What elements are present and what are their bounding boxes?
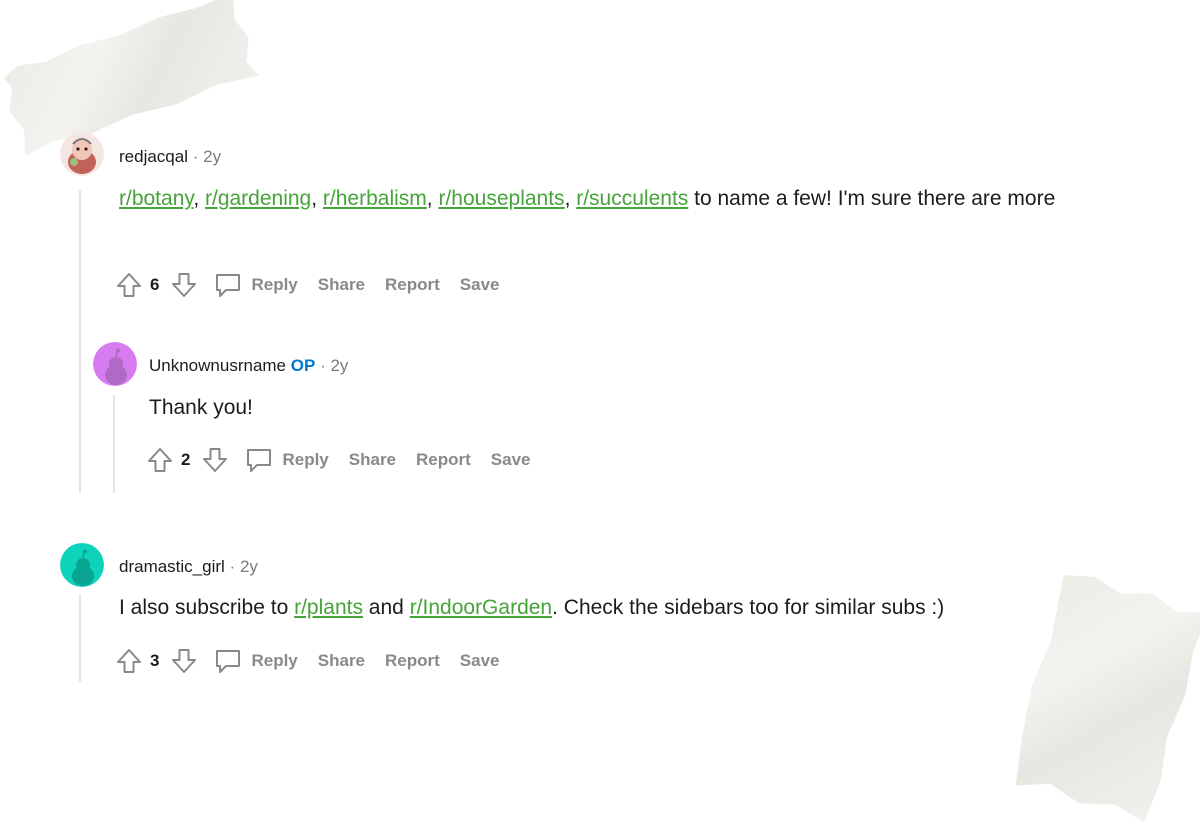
vote-count: 2 [181, 450, 191, 469]
subreddit-link-gardening[interactable]: r/gardening [205, 187, 311, 210]
thread-line-comment-1[interactable] [79, 190, 81, 493]
snoo-avatar-icon [60, 543, 104, 587]
comment-text: and [362, 596, 410, 619]
comment-icon [216, 650, 241, 673]
comment-action-bar: 3 Reply Share Report Save [114, 644, 520, 678]
separator-dot: · [192, 147, 204, 166]
comment-header: redjacqal · 2y [119, 147, 221, 167]
avatar-unknownusrname[interactable] [93, 342, 137, 386]
report-button[interactable]: Report [385, 651, 440, 671]
subreddit-link-botany[interactable]: r/botany [119, 187, 193, 210]
link-separator: , [193, 187, 205, 210]
save-button[interactable]: Save [460, 651, 500, 671]
subreddit-link-indoorgarden[interactable]: r/IndoorGarden [410, 596, 552, 619]
tape-decoration-top [0, 0, 262, 156]
reply-button[interactable]: Reply [213, 270, 317, 300]
comment-text: Thank you! [149, 396, 253, 419]
comment-header: Unknownusrname OP · 2y [149, 356, 348, 376]
subreddit-link-houseplants[interactable]: r/houseplants [438, 187, 564, 210]
save-button[interactable]: Save [491, 450, 531, 470]
separator-dot: · [320, 356, 331, 375]
op-badge: OP [290, 356, 316, 375]
share-button[interactable]: Share [318, 275, 365, 295]
link-separator: , [311, 187, 323, 210]
downvote-icon[interactable] [169, 270, 199, 300]
username-link[interactable]: redjacqal [119, 147, 188, 166]
reply-label: Reply [251, 275, 298, 294]
link-separator: , [564, 187, 577, 210]
report-button[interactable]: Report [385, 275, 440, 295]
separator-dot: · [229, 557, 240, 576]
comment-age[interactable]: 2y [240, 557, 258, 576]
reply-label: Reply [251, 651, 298, 670]
link-separator: , [426, 187, 439, 210]
thread-line-comment-3[interactable] [79, 594, 81, 682]
thread-line-comment-2[interactable] [113, 395, 115, 493]
reply-label: Reply [282, 450, 329, 469]
vote-count: 3 [150, 651, 160, 670]
comment-icon [247, 449, 272, 472]
subreddit-link-herbalism[interactable]: r/herbalism [323, 187, 427, 210]
subreddit-link-succulents[interactable]: r/succulents [576, 187, 688, 210]
username-link[interactable]: Unknownusrname [149, 356, 286, 375]
vote-count: 6 [150, 275, 160, 294]
downvote-icon[interactable] [169, 646, 199, 676]
avatar-dramastic-girl[interactable] [60, 543, 104, 587]
comment-header: dramastic_girl · 2y [119, 557, 258, 577]
comment-age[interactable]: 2y [330, 356, 348, 375]
custom-avatar-icon [60, 132, 104, 176]
comment-body: r/botany, r/gardening, r/herbalism, r/ho… [119, 182, 1169, 215]
report-button[interactable]: Report [416, 450, 471, 470]
comment-action-bar: 2 Reply Share Report Save [145, 443, 551, 477]
snoo-avatar-icon [93, 342, 137, 386]
username-link[interactable]: dramastic_girl [119, 557, 225, 576]
reply-button[interactable]: Reply [244, 445, 348, 475]
comment-action-bar: 6 Reply Share Report Save [114, 268, 520, 302]
avatar-redjacqal[interactable] [60, 132, 104, 176]
upvote-icon[interactable] [114, 270, 144, 300]
comment-text: . Check the sidebars too for similar sub… [552, 596, 945, 619]
comment-text: I also subscribe to [119, 596, 295, 619]
share-button[interactable]: Share [318, 651, 365, 671]
subreddit-link-plants[interactable]: r/plants [294, 596, 363, 619]
save-button[interactable]: Save [460, 275, 500, 295]
upvote-icon[interactable] [114, 646, 144, 676]
comment-body: I also subscribe to r/plants and r/Indoo… [119, 591, 1169, 624]
comment-age[interactable]: 2y [203, 147, 221, 166]
comment-icon [216, 274, 241, 297]
downvote-icon[interactable] [200, 445, 230, 475]
reply-button[interactable]: Reply [213, 646, 317, 676]
share-button[interactable]: Share [349, 450, 396, 470]
comment-text: to name a few! I'm sure there are more [688, 187, 1056, 210]
upvote-icon[interactable] [145, 445, 175, 475]
comment-body: Thank you! [149, 391, 1049, 424]
